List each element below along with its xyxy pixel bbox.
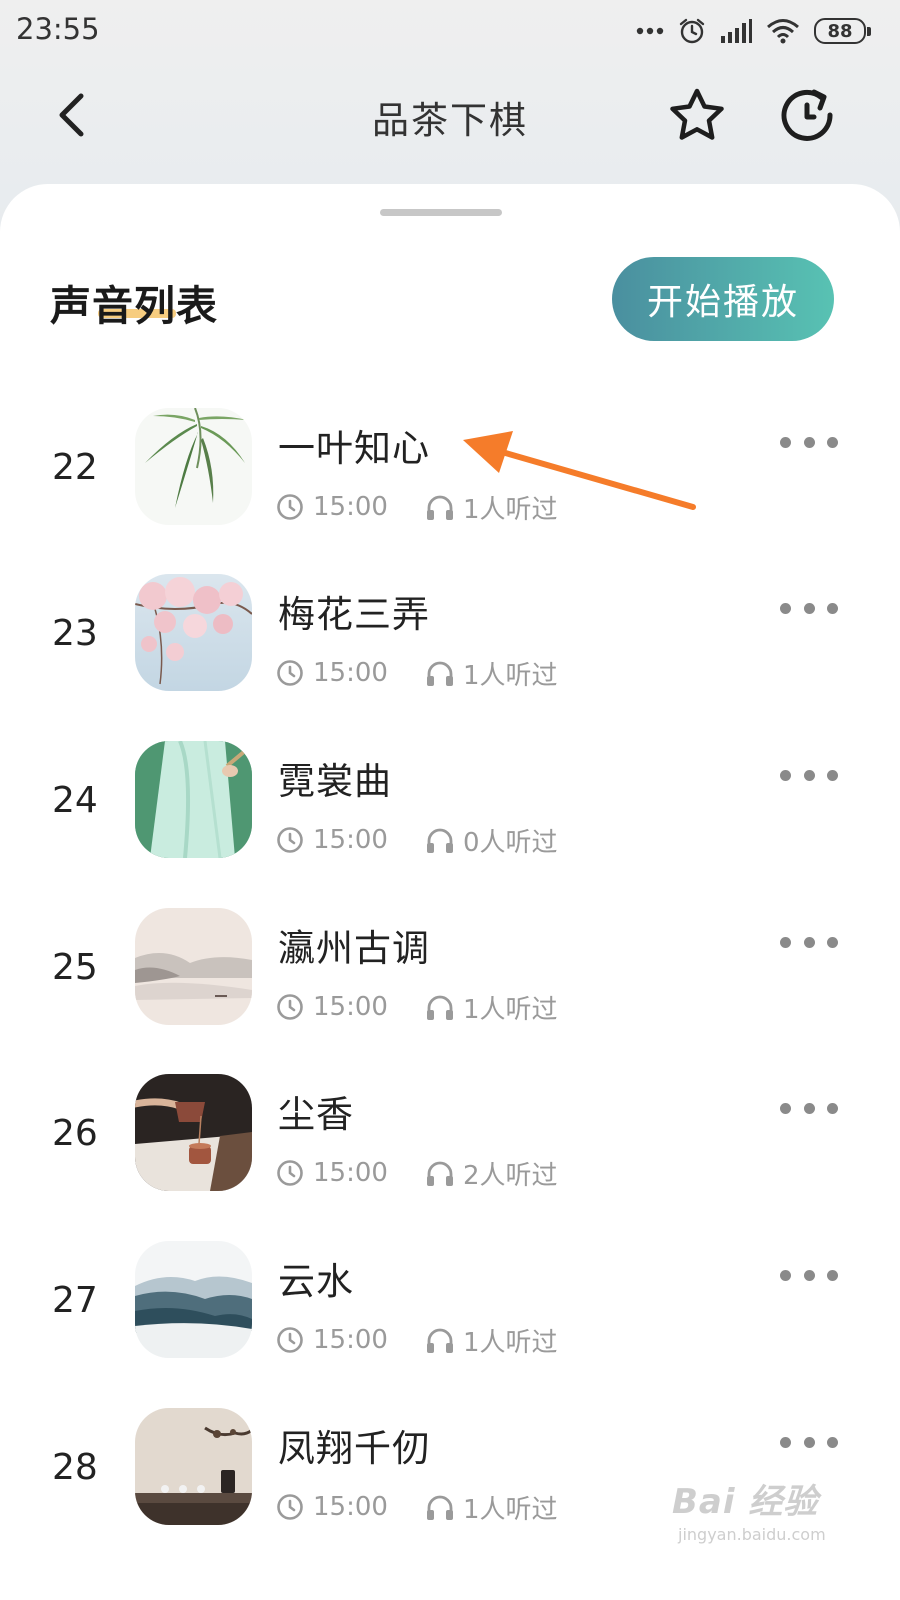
list-item[interactable]: 25 瀛州古调 15:00 1人听过 <box>0 900 900 1066</box>
track-listeners: 1人听过 <box>463 1327 558 1358</box>
watermark: Bai 经验 jingyan.baidu.com <box>672 1474 842 1554</box>
track-index: 24 <box>52 780 98 821</box>
more-button[interactable] <box>780 1430 838 1454</box>
header: 品茶下棋 <box>0 62 900 172</box>
drag-handle[interactable] <box>380 209 502 216</box>
more-dots-icon <box>780 936 791 948</box>
track-duration: 15:00 <box>313 1158 388 1188</box>
section-title: 声音列表 <box>50 282 218 330</box>
cover-image-plum-blossom <box>135 574 252 691</box>
more-button[interactable] <box>780 930 838 954</box>
track-duration: 15:00 <box>313 992 388 1022</box>
cover-image-bamboo <box>135 408 252 525</box>
headphones-icon <box>427 1328 453 1353</box>
track-listeners: 1人听过 <box>463 1494 558 1525</box>
track-listeners: 2人听过 <box>463 1160 558 1191</box>
track-meta: 15:00 1人听过 <box>276 990 558 1025</box>
headphones-icon <box>427 1495 453 1520</box>
status-bar: 23:55 88 <box>0 0 900 62</box>
track-duration: 15:00 <box>313 1325 388 1355</box>
battery-icon: 88 <box>814 18 871 44</box>
clock-icon <box>277 827 303 853</box>
list-item[interactable]: 23 梅花三弄 15:00 1人听过 <box>0 566 900 732</box>
track-title: 尘香 <box>278 1093 354 1136</box>
list-item[interactable]: 26 尘香 15:00 2人听过 <box>0 1066 900 1232</box>
track-title: 霓裳曲 <box>278 760 392 803</box>
refresh-button[interactable] <box>776 84 838 146</box>
track-meta: 15:00 2人听过 <box>276 1156 558 1191</box>
track-index: 22 <box>52 447 98 488</box>
more-dots-icon <box>780 769 791 781</box>
track-listeners: 1人听过 <box>463 994 558 1025</box>
track-title: 凤翔千仞 <box>278 1427 430 1470</box>
track-title: 云水 <box>278 1260 354 1303</box>
track-meta: 15:00 1人听过 <box>276 656 558 691</box>
track-index: 25 <box>52 947 98 988</box>
status-time: 23:55 <box>16 12 100 46</box>
list-item[interactable]: 22 一叶知心 15:00 1人听过 <box>0 400 900 566</box>
more-dots-icon <box>780 602 791 614</box>
cover-image-tea-table <box>135 1408 252 1525</box>
track-index: 28 <box>52 1447 98 1488</box>
cover-image-cloud-mountains <box>135 1241 252 1358</box>
wifi-icon <box>767 19 799 44</box>
status-icons: 88 <box>636 14 871 48</box>
track-listeners: 1人听过 <box>463 660 558 691</box>
refresh-icon <box>781 89 833 141</box>
more-dots-icon <box>780 436 791 448</box>
clock-icon <box>277 1160 303 1186</box>
list-item[interactable]: 27 云水 15:00 1人听过 <box>0 1233 900 1399</box>
track-listeners: 1人听过 <box>463 494 558 525</box>
track-title: 瀛州古调 <box>278 927 430 970</box>
cover-image-tea-pouring <box>135 1074 252 1191</box>
cover-image-misty-landscape <box>135 908 252 1025</box>
favorite-button[interactable] <box>666 84 728 146</box>
track-title: 一叶知心 <box>278 427 430 470</box>
more-dots-icon <box>780 1436 791 1448</box>
signal-icon <box>721 19 752 43</box>
clock-icon <box>277 660 303 686</box>
more-button[interactable] <box>780 1096 838 1120</box>
clock-icon <box>277 494 303 520</box>
more-button[interactable] <box>780 430 838 454</box>
track-duration: 15:00 <box>313 825 388 855</box>
more-dots-icon <box>780 1102 791 1114</box>
headphones-icon <box>427 995 453 1020</box>
track-index: 27 <box>52 1280 98 1321</box>
headphones-icon <box>427 828 453 853</box>
cover-image-hanfu-figure <box>135 741 252 858</box>
watermark-brand: Bai 经验 <box>672 1482 819 1522</box>
track-meta: 15:00 1人听过 <box>276 1490 558 1525</box>
track-duration: 15:00 <box>313 1492 388 1522</box>
clock-icon <box>277 994 303 1020</box>
more-button[interactable] <box>780 1263 838 1287</box>
track-meta: 15:00 1人听过 <box>276 1323 558 1358</box>
track-duration: 15:00 <box>313 492 388 522</box>
track-index: 26 <box>52 1113 98 1154</box>
headphones-icon <box>427 1161 453 1186</box>
track-index: 23 <box>52 613 98 654</box>
headphones-icon <box>427 661 453 686</box>
headphones-icon <box>427 495 453 520</box>
track-listeners: 0人听过 <box>463 827 558 858</box>
battery-level: 88 <box>827 20 853 42</box>
watermark-url: jingyan.baidu.com <box>678 1525 826 1544</box>
dots-icon <box>636 27 664 35</box>
more-dots-icon <box>780 1269 791 1281</box>
play-all-button[interactable]: 开始播放 <box>612 257 834 341</box>
more-button[interactable] <box>780 763 838 787</box>
star-icon <box>670 88 724 140</box>
track-duration: 15:00 <box>313 658 388 688</box>
clock-icon <box>277 1494 303 1520</box>
track-meta: 15:00 1人听过 <box>276 490 558 525</box>
clock-icon <box>277 1327 303 1353</box>
track-title: 梅花三弄 <box>278 593 430 636</box>
list-item[interactable]: 24 霓裳曲 15:00 0人听过 <box>0 733 900 899</box>
more-button[interactable] <box>780 596 838 620</box>
alarm-icon <box>679 18 705 44</box>
track-meta: 15:00 0人听过 <box>276 823 558 858</box>
page-title: 品茶下棋 <box>372 99 528 142</box>
